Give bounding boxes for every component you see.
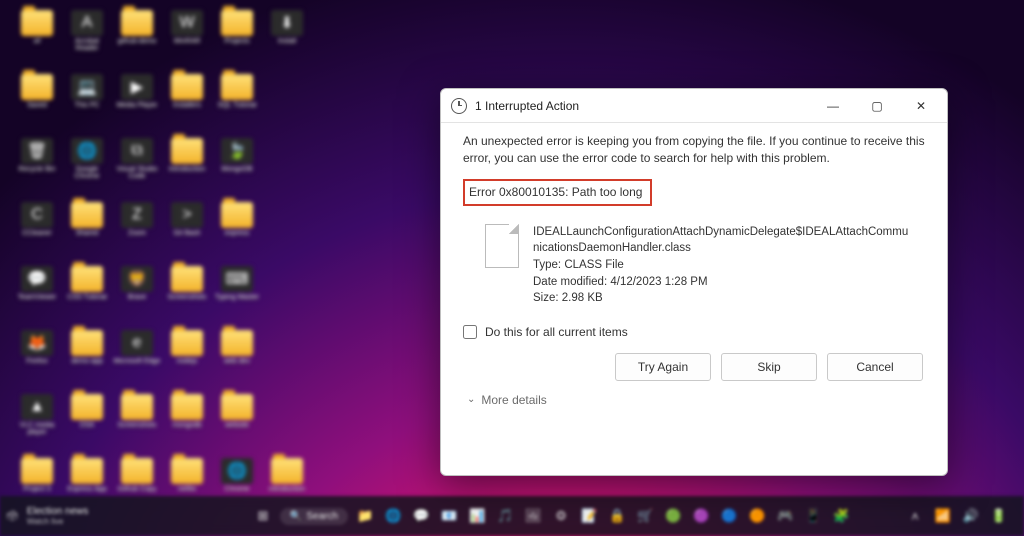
taskbar-app-icon[interactable]: 🟠 — [746, 505, 768, 527]
taskbar-app-icon[interactable]: 🌐 — [382, 505, 404, 527]
weather-sub: Watch live — [27, 517, 89, 526]
desktop-icon[interactable]: express — [212, 202, 262, 262]
clock-icon — [451, 98, 467, 114]
weather-icon[interactable]: 🗳 — [6, 511, 19, 522]
desktop-icon[interactable]: CCCleaner — [12, 202, 62, 262]
skip-button[interactable]: Skip — [721, 353, 817, 381]
taskbar-search[interactable]: 🔍 Search — [280, 508, 348, 525]
taskbar-app-icon[interactable]: ⚙ — [550, 505, 572, 527]
desktop-icon[interactable]: 🍃MongoDB — [212, 138, 262, 198]
desktop-icon[interactable]: demo-app — [62, 330, 112, 390]
file-block: IDEALLaunchConfigurationAttachDynamicDel… — [485, 224, 925, 307]
file-type-label: Type: — [533, 259, 561, 271]
do-for-all-row[interactable]: Do this for all current items — [463, 325, 925, 339]
tray-volume-icon[interactable]: 🔊 — [960, 505, 982, 527]
taskbar-app-icon[interactable]: 🟣 — [690, 505, 712, 527]
desktop-icon[interactable]: Shared — [62, 202, 112, 262]
desktop-icon[interactable]: nodejs — [162, 330, 212, 390]
start-button[interactable]: ⊞ — [252, 505, 274, 527]
taskbar-app-icon[interactable]: 🛒 — [634, 505, 656, 527]
desktop-icon[interactable]: ⌨Typing Master — [212, 266, 262, 326]
desktop-icon[interactable]: Saved — [12, 74, 62, 134]
desktop-icon[interactable]: github-demo — [112, 10, 162, 70]
desktop-icon[interactable]: ▶Media Player — [112, 74, 162, 134]
weather-headline[interactable]: Election news — [27, 506, 89, 517]
desktop-icon[interactable]: 💬TeamViewer — [12, 266, 62, 326]
desktop-icon[interactable]: CSS Tutorial — [62, 266, 112, 326]
more-details-label: More details — [481, 393, 546, 407]
taskbar-app-icon[interactable]: 🔵 — [718, 505, 740, 527]
file-size-label: Size: — [533, 292, 559, 304]
desktop-icon[interactable]: ▲VLC media player — [12, 394, 62, 454]
desktop-icon[interactable]: ⬇Install — [262, 10, 312, 70]
do-for-all-checkbox[interactable] — [463, 325, 477, 339]
desktop-icon[interactable]: DSA — [62, 394, 112, 454]
taskbar: 🗳 Election news Watch live ⊞ 🔍 Search 📁 🌐… — [0, 496, 1024, 536]
titlebar[interactable]: 1 Interrupted Action — ▢ ✕ — [441, 89, 947, 123]
desktop-icon[interactable]: website — [212, 394, 262, 454]
desktop-icon[interactable]: web dev — [212, 330, 262, 390]
search-icon: 🔍 — [290, 511, 302, 522]
taskbar-app-icon[interactable]: 💬 — [410, 505, 432, 527]
taskbar-app-icon[interactable]: 📧 — [438, 505, 460, 527]
taskbar-app-icon[interactable]: 📊 — [466, 505, 488, 527]
taskbar-app-icon[interactable]: 🖼 — [522, 505, 544, 527]
desktop-icon[interactable]: ⧉Visual Studio Code — [112, 138, 162, 198]
error-message: An unexpected error is keeping you from … — [463, 133, 925, 167]
file-icon — [485, 224, 519, 268]
cancel-button[interactable]: Cancel — [827, 353, 923, 381]
desktop-icon[interactable]: eMicrosoft Edge — [112, 330, 162, 390]
desktop-icon[interactable]: >Git Bash — [162, 202, 212, 262]
desktop-icon[interactable]: Installers — [162, 74, 212, 134]
error-code: Error 0x80010135: Path too long — [463, 179, 652, 206]
taskbar-app-icon[interactable]: 🧩 — [830, 505, 852, 527]
tray-battery-icon[interactable]: 🔋 — [988, 505, 1010, 527]
desktop-icon[interactable]: 🌐Google Chrome — [62, 138, 112, 198]
desktop-icon[interactable]: AAcrobat Reader — [62, 10, 112, 70]
desktop-icon[interactable]: ZZoom — [112, 202, 162, 262]
desktop-icon[interactable]: mongodb — [162, 394, 212, 454]
do-for-all-label: Do this for all current items — [485, 325, 628, 339]
desktop-icon[interactable]: SQL Tutorial — [212, 74, 262, 134]
desktop-icon[interactable]: Projects — [212, 10, 262, 70]
close-button[interactable]: ✕ — [899, 91, 943, 121]
file-name: IDEALLaunchConfigurationAttachDynamicDel… — [533, 224, 913, 257]
chevron-down-icon: ⌄ — [467, 394, 475, 405]
search-label: Search — [306, 511, 338, 522]
interrupted-action-dialog: 1 Interrupted Action — ▢ ✕ An unexpected… — [440, 88, 948, 476]
desktop-icon[interactable]: wf — [12, 10, 62, 70]
desktop-icon[interactable]: WWinRAR — [162, 10, 212, 70]
file-type: CLASS File — [564, 259, 623, 271]
taskbar-app-icon[interactable]: 📱 — [802, 505, 824, 527]
tray-chevron-icon[interactable]: ˄ — [904, 505, 926, 527]
desktop-icon[interactable]: 🦁Brave — [112, 266, 162, 326]
taskbar-app-icon[interactable]: 📁 — [354, 505, 376, 527]
desktop-icon[interactable]: Screenshots — [112, 394, 162, 454]
window-title: 1 Interrupted Action — [475, 99, 579, 113]
try-again-button[interactable]: Try Again — [615, 353, 711, 381]
file-modified-label: Date modified: — [533, 276, 607, 288]
taskbar-app-icon[interactable]: 🟢 — [662, 505, 684, 527]
taskbar-app-icon[interactable]: 🎵 — [494, 505, 516, 527]
desktop-icon[interactable]: 💻This PC — [62, 74, 112, 134]
tray-wifi-icon[interactable]: 📶 — [932, 505, 954, 527]
desktop-icon[interactable]: Introduction — [162, 138, 212, 198]
taskbar-app-icon[interactable]: 📝 — [578, 505, 600, 527]
desktop-icon[interactable]: 🦊Firefox — [12, 330, 62, 390]
minimize-button[interactable]: — — [811, 91, 855, 121]
taskbar-app-icon[interactable]: 🎮 — [774, 505, 796, 527]
desktop-icon[interactable]: Screenshots — [162, 266, 212, 326]
desktop-icon[interactable]: 🗑Recycle Bin — [12, 138, 62, 198]
maximize-button[interactable]: ▢ — [855, 91, 899, 121]
file-size: 2.98 KB — [562, 292, 603, 304]
more-details-toggle[interactable]: ⌄ More details — [463, 381, 925, 407]
taskbar-app-icon[interactable]: 🔒 — [606, 505, 628, 527]
file-modified: 4/12/2023 1:28 PM — [610, 276, 707, 288]
